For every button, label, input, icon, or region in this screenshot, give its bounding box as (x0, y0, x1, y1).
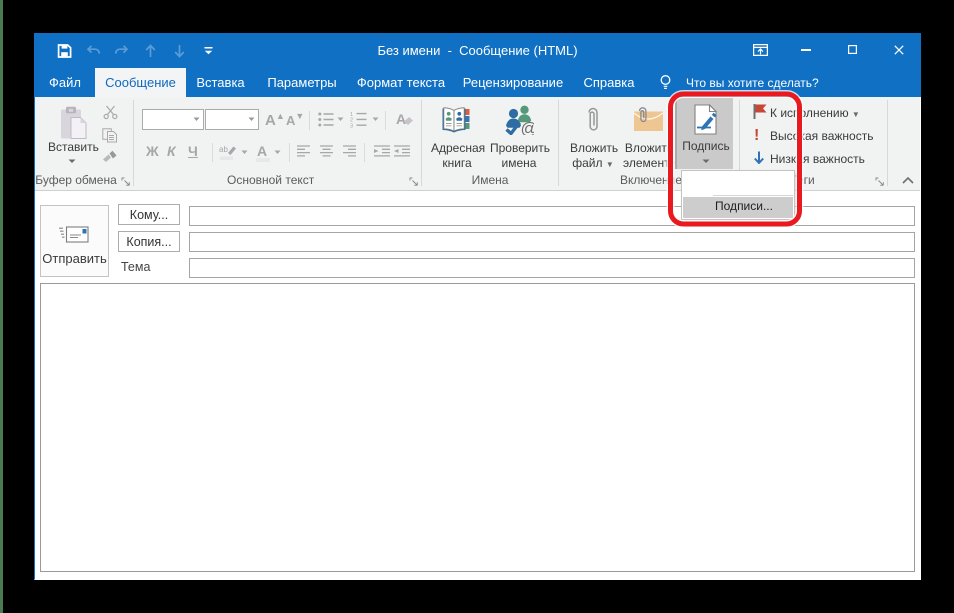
svg-text:@: @ (521, 119, 535, 135)
svg-text:ab: ab (219, 145, 228, 154)
svg-text:3: 3 (350, 123, 353, 128)
